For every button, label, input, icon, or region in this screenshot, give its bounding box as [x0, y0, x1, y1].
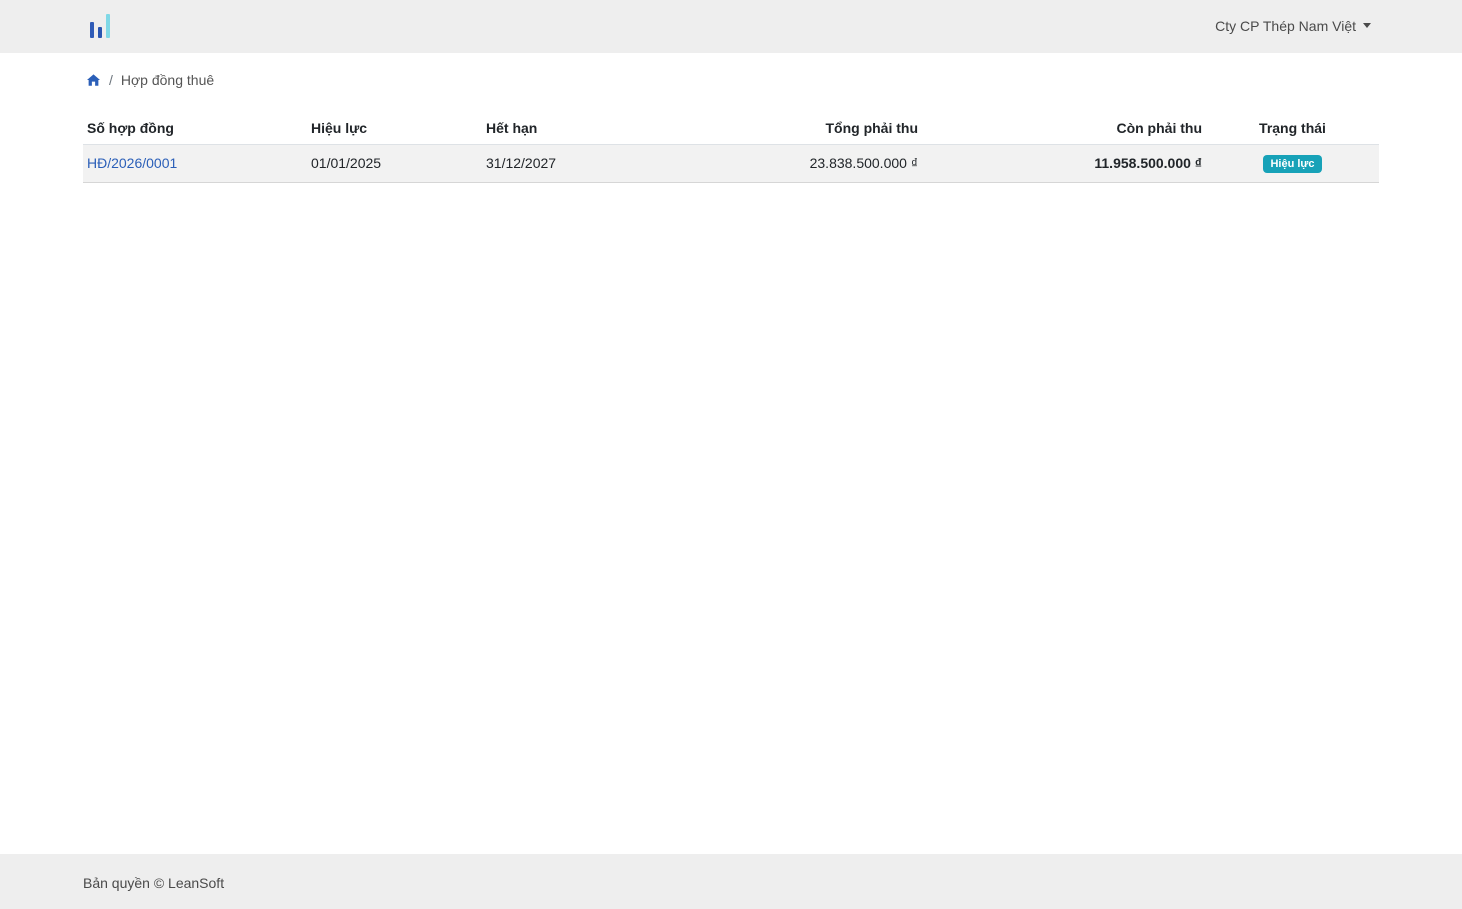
bar-logo-icon[interactable] — [90, 14, 114, 38]
top-navbar: Cty CP Thép Nam Việt — [0, 0, 1462, 53]
header-total-due[interactable]: Tổng phải thu — [662, 113, 922, 145]
breadcrumb-current: Hợp đồng thuê — [120, 72, 215, 88]
copyright-text: Bản quyền © LeanSoft — [83, 875, 225, 891]
header-effective[interactable]: Hiệu lực — [307, 113, 482, 145]
cell-expiry: 31/12/2027 — [482, 144, 662, 183]
footer: Bản quyền © LeanSoft — [0, 854, 1462, 909]
header-expiry[interactable]: Hết hạn — [482, 113, 662, 145]
header-status[interactable]: Trạng thái — [1206, 113, 1379, 145]
company-name: Cty CP Thép Nam Việt — [1215, 18, 1356, 34]
cell-effective: 01/01/2025 — [307, 144, 482, 183]
cell-total-due: 23.838.500.000 ₫ — [662, 144, 922, 183]
header-remaining[interactable]: Còn phải thu — [922, 113, 1206, 145]
contracts-table: Số hợp đồng Hiệu lực Hết hạn Tổng phải t… — [83, 113, 1379, 183]
table-header-row: Số hợp đồng Hiệu lực Hết hạn Tổng phải t… — [83, 113, 1379, 145]
header-contract-no[interactable]: Số hợp đồng — [83, 113, 307, 145]
caret-down-icon — [1363, 22, 1371, 28]
breadcrumb-separator: / — [109, 72, 113, 88]
cell-status: Hiệu lực — [1206, 144, 1379, 183]
status-badge: Hiệu lực — [1263, 154, 1322, 173]
cell-contract-no: HĐ/2026/0001 — [83, 144, 307, 183]
company-dropdown[interactable]: Cty CP Thép Nam Việt — [1215, 18, 1371, 34]
table-row: HĐ/2026/0001 01/01/2025 31/12/2027 23.83… — [83, 144, 1379, 183]
breadcrumb: / Hợp đồng thuê — [87, 71, 214, 89]
contract-link[interactable]: HĐ/2026/0001 — [87, 155, 177, 171]
cell-remaining: 11.958.500.000 ₫ — [922, 144, 1206, 183]
home-icon[interactable] — [87, 74, 100, 86]
